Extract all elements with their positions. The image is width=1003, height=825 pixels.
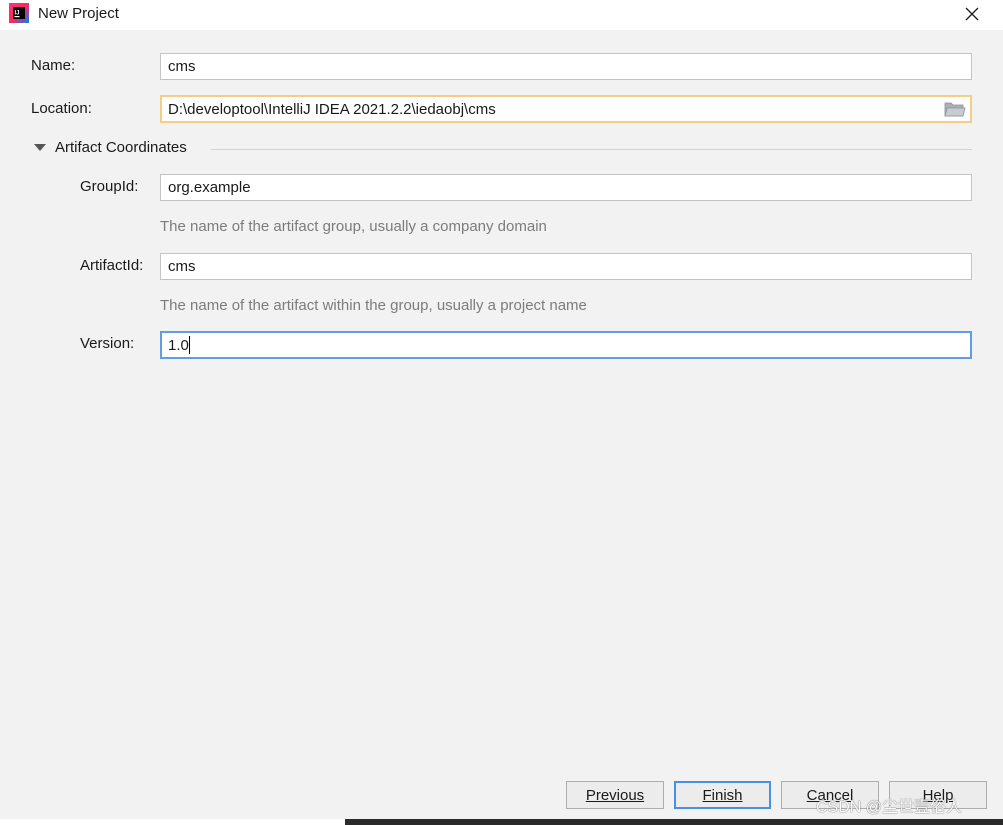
svg-text:IJ: IJ <box>15 11 20 17</box>
artifactid-input[interactable] <box>160 253 972 280</box>
artifactid-hint: The name of the artifact within the grou… <box>160 297 587 314</box>
close-button[interactable] <box>958 2 986 26</box>
name-input[interactable] <box>160 53 972 80</box>
version-input[interactable] <box>160 331 972 359</box>
previous-button[interactable]: Previous <box>566 781 664 809</box>
folder-icon <box>944 102 966 117</box>
section-divider <box>211 149 972 150</box>
groupid-input[interactable] <box>160 174 972 201</box>
window-title: New Project <box>38 5 119 22</box>
text-caret <box>189 336 190 354</box>
artifact-coordinates-toggle[interactable]: Artifact Coordinates <box>55 139 187 156</box>
close-icon <box>965 7 979 21</box>
triangle-down-icon[interactable] <box>34 144 46 151</box>
version-label: Version: <box>80 335 135 352</box>
background-window-edge <box>345 819 1003 825</box>
groupid-hint: The name of the artifact group, usually … <box>160 218 547 235</box>
name-label: Name: <box>31 57 76 74</box>
finish-button[interactable]: Finish <box>674 781 771 809</box>
browse-folder-button[interactable] <box>944 100 966 118</box>
location-input[interactable] <box>160 95 972 123</box>
title-bar: IJ New Project <box>0 0 1003 30</box>
location-label: Location: <box>31 100 92 117</box>
artifactid-label: ArtifactId: <box>80 257 144 274</box>
csdn-watermark: CSDN @尘世壹俗人 <box>816 799 963 816</box>
groupid-label: GroupId: <box>80 178 139 195</box>
intellij-idea-icon: IJ <box>9 3 29 23</box>
